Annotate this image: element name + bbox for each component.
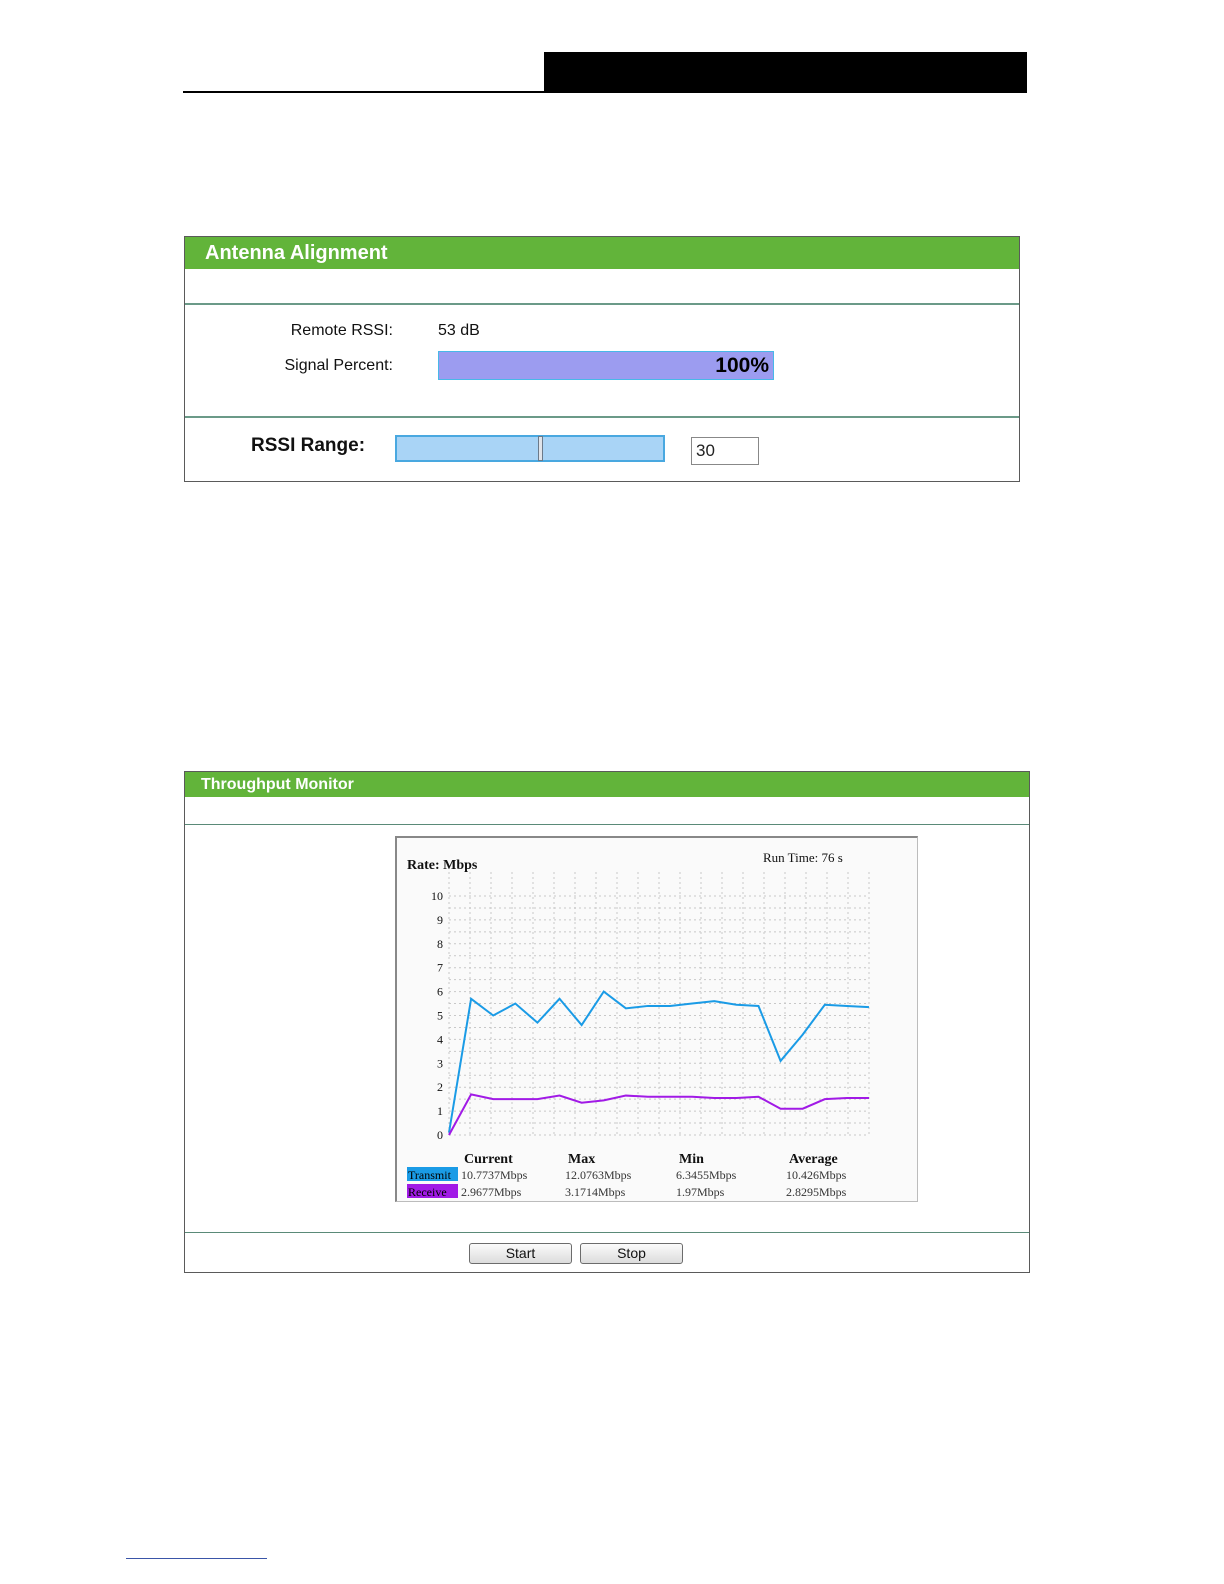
y-tick-label: 9 <box>437 913 443 927</box>
throughput-panel-title: Throughput Monitor <box>185 772 1029 797</box>
stats-value: 12.0763Mbps <box>565 1168 632 1182</box>
divider <box>185 824 1029 825</box>
divider <box>185 416 1019 418</box>
stats-value: 3.1714Mbps <box>565 1185 626 1199</box>
throughput-chart-svg: Rate: Mbps Run Time: 76 s 0 1 2 3 4 5 6 7 8 9 10 C… <box>407 850 870 1199</box>
stats-value: 10.7737Mbps <box>461 1168 528 1182</box>
document-header-rule <box>183 91 1027 93</box>
stats-header: Max <box>568 1152 595 1167</box>
signal-percent-label: Signal Percent: <box>284 357 393 374</box>
throughput-chart: Rate: Mbps Run Time: 76 s 0 1 2 3 4 5 6 7 8 9 10 C… <box>395 836 918 1202</box>
stats-value: 1.97Mbps <box>676 1185 725 1199</box>
y-tick-label: 1 <box>437 1104 443 1118</box>
stats-value: 6.3455Mbps <box>676 1168 737 1182</box>
y-tick-label: 8 <box>437 937 443 951</box>
chart-title: Rate: Mbps <box>407 858 478 873</box>
y-tick-label: 7 <box>437 961 443 975</box>
remote-rssi-value: 53 dB <box>438 322 480 339</box>
stats-value: 2.9677Mbps <box>461 1185 522 1199</box>
stop-button[interactable]: Stop <box>580 1243 683 1264</box>
divider <box>185 303 1019 305</box>
remote-rssi-label: Remote RSSI: <box>290 322 393 339</box>
rssi-range-slider[interactable] <box>395 435 665 462</box>
rssi-range-input[interactable] <box>691 437 759 465</box>
rssi-slider-handle[interactable] <box>537 436 543 461</box>
run-time-annotation: Run Time: 76 s <box>763 850 843 865</box>
y-tick-label: 3 <box>437 1056 443 1070</box>
signal-percent-text: 100% <box>715 354 769 377</box>
antenna-alignment-panel: Antenna Alignment Remote RSSI: 53 dB Sig… <box>184 236 1020 482</box>
footer-rule <box>126 1558 267 1559</box>
y-tick-label: 6 <box>437 985 443 999</box>
signal-percent-bar: 100% <box>438 351 774 380</box>
stats-value: 2.8295Mbps <box>786 1185 847 1199</box>
y-tick-label: 10 <box>431 889 443 903</box>
y-tick-label: 4 <box>437 1032 443 1046</box>
divider <box>185 1232 1029 1233</box>
stats-header: Current <box>464 1152 513 1167</box>
legend-label-transmit: Transmit <box>408 1168 452 1182</box>
document-header-block <box>544 52 1027 92</box>
start-button[interactable]: Start <box>469 1243 572 1264</box>
stats-value: 10.426Mbps <box>786 1168 847 1182</box>
stats-header: Average <box>789 1152 838 1167</box>
antenna-panel-title: Antenna Alignment <box>185 237 1019 269</box>
rssi-range-label: RSSI Range: <box>251 435 366 456</box>
y-tick-label: 5 <box>437 1009 443 1023</box>
throughput-monitor-panel: Throughput Monitor Rate: Mbps Run Time: … <box>184 771 1030 1273</box>
y-tick-label: 0 <box>437 1128 443 1142</box>
legend-label-receive: Receive <box>408 1185 447 1199</box>
y-tick-label: 2 <box>437 1080 443 1094</box>
stats-header: Min <box>679 1152 704 1167</box>
